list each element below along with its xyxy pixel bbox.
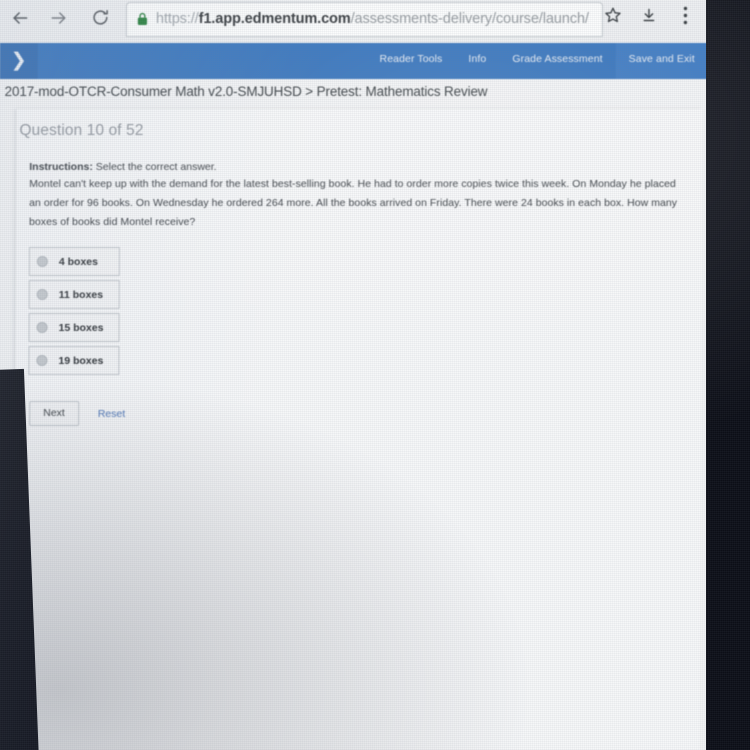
appbar-item-grade-assessment[interactable]: Grade Assessment: [499, 43, 615, 65]
radio-button-icon[interactable]: [36, 355, 48, 366]
instructions-label: Instructions:: [29, 161, 93, 173]
radio-button-icon[interactable]: [36, 256, 48, 267]
download-icon[interactable]: [636, 5, 662, 33]
answer-option-label: 4 boxes: [58, 255, 98, 268]
answer-options: 4 boxes 11 boxes 15 boxes 19 boxes: [28, 247, 120, 379]
reload-icon[interactable]: [86, 8, 114, 36]
answer-option-2[interactable]: 11 boxes: [28, 280, 120, 309]
question-counter: Question 10 of 52: [19, 122, 144, 139]
device-screen: https://f1.app.edmentum.com/assessments-…: [0, 0, 713, 750]
url-path: /assessments-delivery/course/launch/: [350, 11, 589, 27]
answer-option-label: 11 boxes: [58, 288, 104, 301]
reset-link[interactable]: Reset: [98, 408, 125, 420]
browser-toolbar: https://f1.app.edmentum.com/assessments-…: [0, 0, 712, 43]
bookmark-star-icon[interactable]: [600, 5, 626, 33]
answer-option-label: 19 boxes: [58, 354, 104, 367]
breadcrumb: 2017-mod-OTCR-Consumer Math v2.0-SMJUHSD…: [4, 84, 488, 99]
instructions-line: Instructions: Select the correct answer.: [29, 161, 216, 173]
url-host: f1.app.edmentum.com: [198, 11, 351, 27]
address-bar[interactable]: https://f1.app.edmentum.com/assessments-…: [126, 3, 602, 36]
chevron-right-icon[interactable]: ❯: [7, 47, 31, 75]
screen-bezel-right: [706, 0, 750, 750]
forward-arrow-icon[interactable]: [45, 8, 73, 36]
next-button[interactable]: Next: [29, 401, 79, 426]
question-text: Montel can't keep up with the demand for…: [29, 178, 678, 228]
appbar-item-info[interactable]: Info: [455, 43, 499, 65]
lock-icon: [137, 12, 148, 26]
app-bar-menu: Reader Tools Info Grade Assessment Save …: [366, 43, 708, 79]
action-row: Next Reset: [29, 401, 125, 426]
url-text[interactable]: https://f1.app.edmentum.com/assessments-…: [156, 8, 596, 31]
app-bar-left-panel: ❯: [0, 43, 38, 79]
question-card: Question 10 of 52 Instructions: Select t…: [13, 109, 703, 750]
answer-option-4[interactable]: 19 boxes: [28, 346, 120, 375]
appbar-item-reader-tools[interactable]: Reader Tools: [366, 43, 455, 65]
appbar-item-save-and-exit[interactable]: Save and Exit: [615, 43, 708, 79]
radio-button-icon[interactable]: [36, 322, 48, 333]
radio-button-icon[interactable]: [36, 289, 48, 300]
answer-option-3[interactable]: 15 boxes: [28, 313, 120, 342]
answer-option-label: 15 boxes: [58, 321, 104, 334]
answer-option-1[interactable]: 4 boxes: [28, 247, 120, 276]
browser-menu-icon[interactable]: [672, 5, 698, 33]
back-arrow-icon[interactable]: [6, 8, 34, 36]
photo-of-screen: https://f1.app.edmentum.com/assessments-…: [0, 0, 750, 750]
assessment-app-bar: ❯ Reader Tools Info Grade Assessment Sav…: [0, 43, 712, 79]
url-scheme: https://: [155, 11, 199, 27]
instructions-text: Select the correct answer.: [95, 161, 217, 173]
